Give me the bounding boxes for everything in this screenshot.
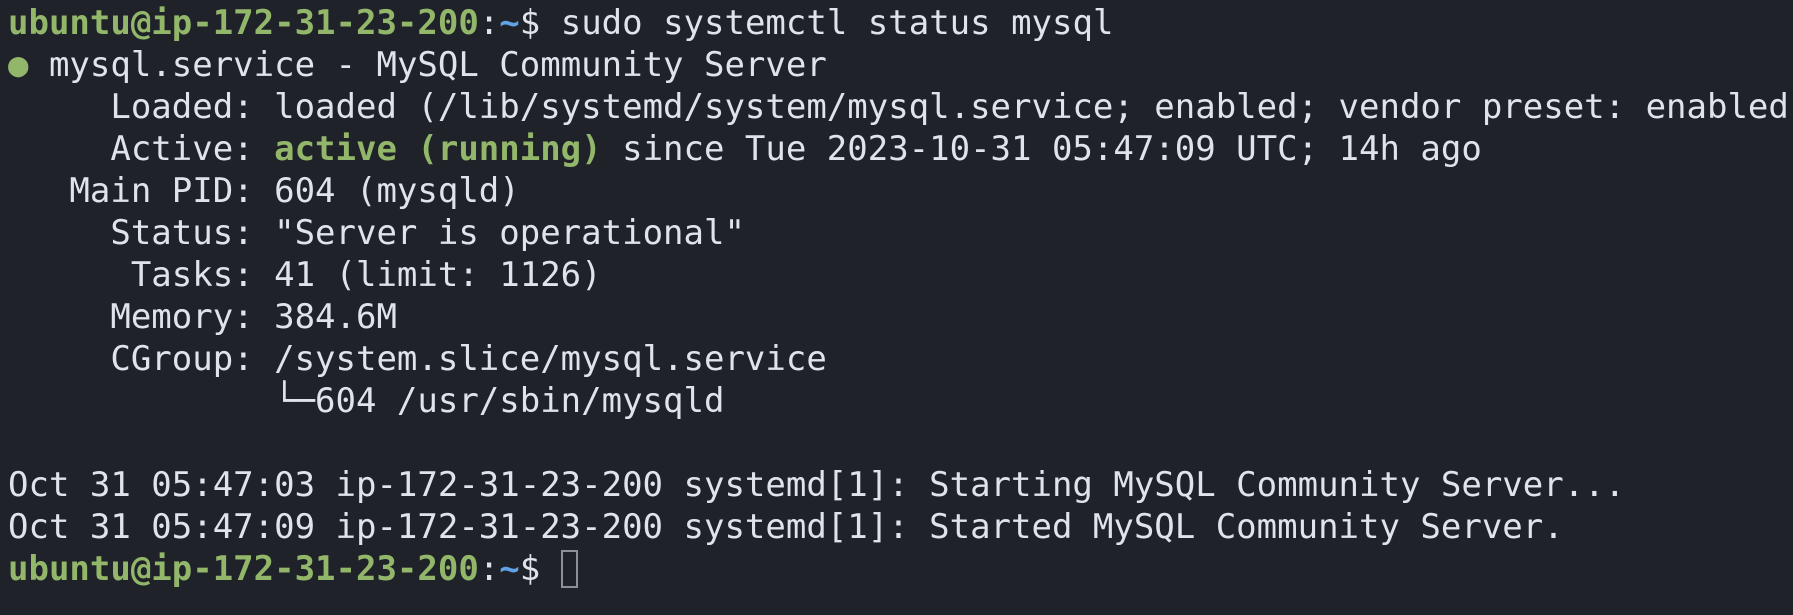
tasks-value: 41 (limit: 1126) <box>274 255 602 295</box>
status-dot-icon: ● <box>8 45 29 85</box>
terminal-window[interactable]: ubuntu@ip-172-31-23-200:~$ sudo systemct… <box>0 0 1793 615</box>
log-line: Oct 31 05:47:03 ip-172-31-23-200 systemd… <box>8 465 1626 505</box>
cgroup-key: CGroup: <box>8 339 275 379</box>
loaded-value: loaded (/lib/systemd/system/mysql.servic… <box>274 87 1793 127</box>
memory-key: Memory: <box>8 297 275 337</box>
log-line: Oct 31 05:47:09 ip-172-31-23-200 systemd… <box>8 507 1564 547</box>
loaded-key: Loaded: <box>8 87 275 127</box>
status-line: Status: "Server is operational" <box>8 212 1793 254</box>
tasks-line: Tasks: 41 (limit: 1126) <box>8 254 1793 296</box>
service-title: mysql.service - MySQL Community Server <box>28 45 827 85</box>
active-line: Active: active (running) since Tue 2023-… <box>8 128 1793 170</box>
prompt-line[interactable]: ubuntu@ip-172-31-23-200:~$ <box>8 548 1793 590</box>
prompt-symbol: $ <box>519 3 561 43</box>
prompt-separator: : <box>478 3 500 43</box>
status-value: "Server is operational" <box>274 213 745 253</box>
prompt-symbol: $ <box>519 549 561 589</box>
pid-key: Main PID: <box>8 171 275 211</box>
loaded-line: Loaded: loaded (/lib/systemd/system/mysq… <box>8 86 1793 128</box>
active-since: since Tue 2023-10-31 05:47:09 UTC; 14h a… <box>601 129 1482 169</box>
cgroup-line: CGroup: /system.slice/mysql.service <box>8 338 1793 380</box>
pid-value: 604 (mysqld) <box>274 171 520 211</box>
active-key: Active: <box>8 129 275 169</box>
active-state: active (running) <box>274 129 602 169</box>
command-line: ubuntu@ip-172-31-23-200:~$ sudo systemct… <box>8 2 1793 44</box>
cgroup-value: /system.slice/mysql.service <box>274 339 827 379</box>
status-key: Status: <box>8 213 275 253</box>
service-title-line: ● mysql.service - MySQL Community Server <box>8 44 1793 86</box>
tasks-key: Tasks: <box>8 255 275 295</box>
cgroup-child-line: └─604 /usr/sbin/mysqld <box>8 381 725 421</box>
terminal-cursor[interactable] <box>560 550 578 588</box>
command-text: sudo systemctl status mysql <box>560 3 1114 43</box>
prompt-cwd: ~ <box>499 3 520 43</box>
prompt-cwd: ~ <box>499 549 520 589</box>
prompt-separator: : <box>478 549 500 589</box>
memory-line: Memory: 384.6M <box>8 296 1793 338</box>
prompt-user-host: ubuntu@ip-172-31-23-200 <box>8 549 479 589</box>
prompt-user-host: ubuntu@ip-172-31-23-200 <box>8 3 479 43</box>
pid-line: Main PID: 604 (mysqld) <box>8 170 1793 212</box>
memory-value: 384.6M <box>274 297 397 337</box>
